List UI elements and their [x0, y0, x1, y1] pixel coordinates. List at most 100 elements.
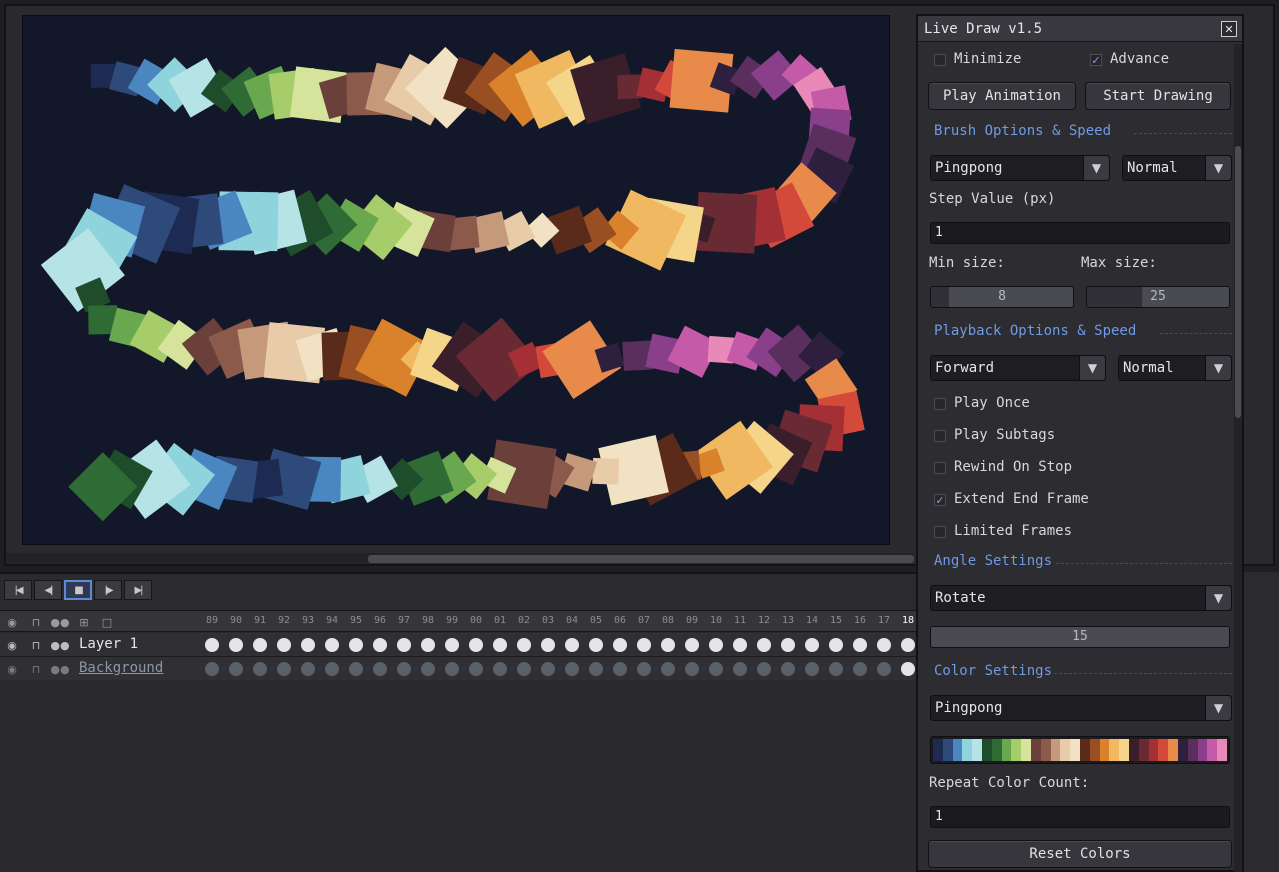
cel[interactable] [277, 662, 291, 676]
color-palette[interactable] [930, 736, 1230, 764]
continuous-icon[interactable]: ●● [50, 661, 69, 677]
start-drawing-button[interactable]: Start Drawing [1085, 82, 1231, 110]
cel[interactable] [229, 662, 243, 676]
onion-skin-header-icon[interactable]: □ [98, 614, 116, 630]
play-subtags-checkbox[interactable] [934, 430, 946, 442]
rewind-on-stop-checkbox[interactable] [934, 462, 946, 474]
cel[interactable] [469, 662, 483, 676]
palette-swatch[interactable] [1109, 739, 1120, 761]
frame-number[interactable]: 12 [752, 615, 776, 626]
palette-swatch[interactable] [1021, 739, 1031, 761]
frame-number[interactable]: 03 [536, 615, 560, 626]
cel[interactable] [757, 638, 771, 652]
palette-swatch[interactable] [1060, 739, 1071, 761]
layer-name[interactable]: Layer 1 [79, 636, 138, 652]
visibility-eye-icon[interactable]: ◉ [3, 661, 21, 677]
sprite-canvas[interactable] [22, 15, 890, 545]
lock-icon[interactable]: ⊓ [27, 661, 45, 677]
palette-swatch[interactable] [1030, 739, 1041, 761]
chevron-down-icon[interactable]: ▼ [1205, 586, 1231, 610]
continuous-icon[interactable]: ●● [50, 637, 69, 653]
play-once-checkbox[interactable] [934, 398, 946, 410]
angle-slider[interactable]: 15 [930, 626, 1230, 648]
palette-swatch[interactable] [1177, 739, 1188, 761]
chevron-down-icon[interactable]: ▼ [1205, 156, 1231, 180]
cel[interactable] [421, 638, 435, 652]
step-value-input[interactable]: 1 [930, 222, 1230, 244]
cel[interactable] [733, 638, 747, 652]
layer-row-background[interactable]: ◉ ⊓ ●● Background [0, 657, 916, 681]
chevron-down-icon[interactable]: ▼ [1205, 356, 1231, 380]
frame-number[interactable]: 95 [344, 615, 368, 626]
cel[interactable] [229, 638, 243, 652]
frame-number[interactable]: 09 [680, 615, 704, 626]
cel[interactable] [349, 638, 363, 652]
frame-number[interactable]: 89 [200, 615, 224, 626]
cel[interactable] [589, 662, 603, 676]
continuous-header-icon[interactable]: ●● [50, 614, 69, 630]
minimize-checkbox[interactable] [934, 54, 946, 66]
cel[interactable] [829, 638, 843, 652]
lock-icon[interactable]: ⊓ [27, 637, 45, 653]
cel[interactable] [661, 662, 675, 676]
palette-swatch[interactable] [1099, 739, 1110, 761]
brush-speed-dropdown[interactable]: Normal ▼ [1122, 155, 1232, 181]
frame-number[interactable]: 15 [824, 615, 848, 626]
palette-swatch[interactable] [1089, 739, 1100, 761]
cel[interactable] [325, 638, 339, 652]
cel[interactable] [829, 662, 843, 676]
frame-number[interactable]: 05 [584, 615, 608, 626]
dialog-scrollbar-thumb[interactable] [1235, 146, 1241, 418]
cel[interactable] [541, 638, 555, 652]
frame-number[interactable]: 06 [608, 615, 632, 626]
cel[interactable] [565, 662, 579, 676]
frame-number[interactable]: 97 [392, 615, 416, 626]
extend-end-frame-checkbox[interactable]: ✓ [934, 494, 946, 506]
cel[interactable] [805, 638, 819, 652]
frame-number[interactable]: 94 [320, 615, 344, 626]
cel[interactable] [853, 638, 867, 652]
cel[interactable] [589, 638, 603, 652]
dialog-titlebar[interactable]: Live Draw v1.5 ✕ [918, 16, 1242, 42]
palette-swatch[interactable] [972, 739, 982, 761]
cel[interactable] [253, 638, 267, 652]
palette-swatch[interactable] [1138, 739, 1149, 761]
cel[interactable] [661, 638, 675, 652]
cel[interactable] [901, 638, 915, 652]
cel[interactable] [877, 638, 891, 652]
palette-swatch[interactable] [962, 739, 973, 761]
palette-swatch[interactable] [1168, 739, 1178, 761]
frame-number[interactable]: 04 [560, 615, 584, 626]
palette-swatch[interactable] [942, 739, 953, 761]
advance-checkbox[interactable]: ✓ [1090, 54, 1102, 66]
cel[interactable] [349, 662, 363, 676]
frame-number[interactable]: 07 [632, 615, 656, 626]
playback-direction-dropdown[interactable]: Forward ▼ [930, 355, 1106, 381]
frame-number[interactable]: 00 [464, 615, 488, 626]
cel[interactable] [445, 638, 459, 652]
chevron-down-icon[interactable]: ▼ [1205, 696, 1231, 720]
frame-number[interactable]: 90 [224, 615, 248, 626]
frame-number[interactable]: 16 [848, 615, 872, 626]
lock-header-icon[interactable]: ⊓ [27, 614, 45, 630]
cel[interactable] [805, 662, 819, 676]
layer-name[interactable]: Background [79, 660, 163, 676]
cel[interactable] [853, 662, 867, 676]
cel[interactable] [781, 638, 795, 652]
cel[interactable] [301, 638, 315, 652]
max-size-slider[interactable]: 25 [1086, 286, 1230, 308]
cel[interactable] [493, 638, 507, 652]
reset-colors-button[interactable]: Reset Colors [928, 840, 1232, 868]
playback-speed-dropdown[interactable]: Normal ▼ [1118, 355, 1232, 381]
visibility-eye-icon[interactable]: ◉ [3, 637, 21, 653]
cel[interactable] [877, 662, 891, 676]
frame-number[interactable]: 10 [704, 615, 728, 626]
layer-row-layer-1[interactable]: ◉ ⊓ ●● Layer 1 [0, 633, 916, 657]
cel[interactable] [733, 662, 747, 676]
palette-swatch[interactable] [933, 739, 943, 761]
previous-frame-button[interactable]: ◀| [34, 580, 62, 600]
cel[interactable] [541, 662, 555, 676]
cel[interactable] [205, 638, 219, 652]
cel[interactable] [901, 662, 915, 676]
cel[interactable] [253, 662, 267, 676]
